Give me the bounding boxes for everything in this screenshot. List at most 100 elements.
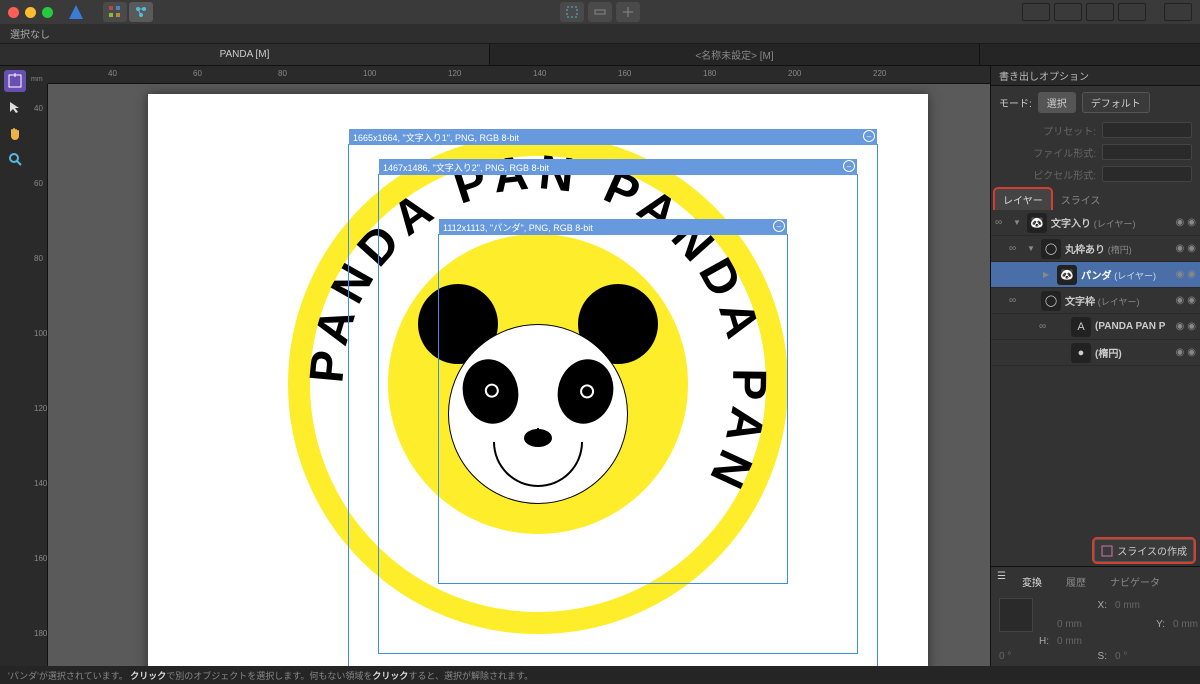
slice-close-icon[interactable]: –	[863, 130, 875, 142]
visibility-icon[interactable]: ◉	[1176, 321, 1185, 332]
ruler-horizontal: 406080100120140160180200220	[48, 66, 990, 84]
doc-tab-untitled[interactable]: <名称未設定> [M]	[490, 44, 980, 65]
layer-name: 丸枠あり (楕円)	[1065, 241, 1172, 256]
w-value[interactable]: 0 mm	[1057, 619, 1107, 630]
h-value[interactable]: 0 mm	[1057, 636, 1107, 647]
layer-row[interactable]: ●(楕円) ◉◉	[991, 340, 1200, 366]
slice-tool-icon[interactable]	[4, 70, 26, 92]
mode-label: モード:	[999, 95, 1032, 110]
mode-select-button[interactable]: 選択	[1038, 92, 1076, 113]
pixelformat-label: ピクセル形式:	[1033, 167, 1096, 182]
tab-navigator[interactable]: ナビゲータ	[1102, 571, 1168, 592]
layer-thumb: 🐼	[1027, 213, 1047, 233]
layer-row[interactable]: ∞ ◯ 文字枠 (レイヤー) ◉◉	[991, 288, 1200, 314]
close-window-icon[interactable]	[8, 7, 19, 18]
visibility-icon[interactable]: ◉	[1176, 347, 1185, 358]
s-label: S:	[1057, 651, 1107, 662]
share-icon[interactable]: ∞	[1009, 243, 1023, 254]
share-icon[interactable]: ∞	[1009, 295, 1023, 306]
arrange-button-1[interactable]	[1022, 3, 1050, 21]
fileformat-label: ファイル形式:	[1033, 145, 1096, 160]
doc-tab-panda[interactable]: PANDA [M]	[0, 44, 490, 65]
visibility-icon[interactable]: ◉	[1176, 217, 1185, 228]
h-label: H:	[999, 636, 1049, 647]
menu-button[interactable]	[1164, 3, 1192, 21]
slice-close-icon[interactable]: –	[773, 220, 785, 232]
x-value[interactable]: 0 mm	[1115, 600, 1165, 611]
layer-thumb: 🐼	[1057, 265, 1077, 285]
disclosure-icon[interactable]: ▼	[1027, 244, 1037, 253]
anchor-widget[interactable]	[999, 598, 1033, 632]
tool-strip	[0, 66, 30, 666]
ruler-vertical: 406080100120140160180	[30, 84, 48, 666]
page: PANDA PAN PANDA PAN	[148, 94, 928, 666]
grid-button[interactable]	[616, 2, 640, 22]
titlebar	[0, 0, 1200, 24]
lock-icon[interactable]: ◉	[1187, 269, 1196, 280]
snap-button[interactable]	[560, 2, 584, 22]
lock-icon[interactable]: ◉	[1187, 217, 1196, 228]
layer-row[interactable]: ∞▼🐼文字入り (レイヤー)◉◉	[991, 210, 1200, 236]
tab-transform[interactable]: 変換	[1014, 571, 1050, 592]
persona-export-button[interactable]	[129, 2, 153, 22]
share-icon[interactable]: ∞	[995, 217, 1009, 228]
layer-thumb: ◯	[1041, 239, 1061, 259]
disclosure-icon[interactable]: ▶	[1043, 270, 1053, 279]
preset-label: プリセット:	[1043, 123, 1096, 138]
disclosure-icon[interactable]: ▼	[1013, 218, 1023, 227]
window-controls	[8, 7, 53, 18]
layer-name: 文字枠 (レイヤー)	[1065, 293, 1172, 308]
r-label: R:	[1173, 636, 1200, 647]
export-options-header: 書き出しオプション	[991, 66, 1200, 86]
layer-thumb: ◯	[1041, 291, 1061, 311]
lock-icon[interactable]: ◉	[1187, 295, 1196, 306]
transform-panel: X: 0 mm W: 0 mm Y: 0 mm H: 0 mm R: 0 ° S: 0 °	[991, 594, 1200, 666]
s-value[interactable]: 0 °	[1115, 651, 1165, 662]
preset-dropdown[interactable]	[1102, 122, 1192, 138]
pixelformat-dropdown[interactable]	[1102, 166, 1192, 182]
lock-icon[interactable]: ◉	[1187, 243, 1196, 254]
document-tabs: PANDA [M] <名称未設定> [M]	[0, 44, 1200, 66]
tab-layers[interactable]: レイヤー	[995, 189, 1051, 210]
arrange-button-4[interactable]	[1118, 3, 1146, 21]
layer-name: パンダ (レイヤー)	[1081, 267, 1172, 282]
visibility-icon[interactable]: ◉	[1176, 269, 1185, 280]
right-panel: 書き出しオプション モード: 選択 デフォルト プリセット: ファイル形式: ピ…	[990, 66, 1200, 666]
zoom-window-icon[interactable]	[42, 7, 53, 18]
layer-name: (楕円)	[1095, 345, 1172, 360]
layer-row[interactable]: ▶ 🐼 パンダ (レイヤー) ◉◉	[991, 262, 1200, 288]
selection-status: 選択なし	[10, 26, 50, 41]
share-icon[interactable]: ∞	[1039, 321, 1053, 332]
slice-box[interactable]: 1112x1113, "パンダ", PNG, RGB 8-bit–	[438, 234, 788, 584]
minimize-window-icon[interactable]	[25, 7, 36, 18]
lock-icon[interactable]: ◉	[1187, 347, 1196, 358]
visibility-icon[interactable]: ◉	[1176, 295, 1185, 306]
persona-vector-button[interactable]	[103, 2, 127, 22]
tab-slices[interactable]: スライス	[1053, 189, 1109, 210]
layer-name: (PANDA PAN P	[1095, 321, 1172, 332]
move-tool-icon[interactable]	[4, 96, 26, 118]
ruler-unit: mm	[30, 66, 48, 84]
layer-row[interactable]: ∞ ▼ ◯ 丸枠あり (楕円) ◉◉	[991, 236, 1200, 262]
layers-stack-icon[interactable]: ☰	[997, 571, 1006, 592]
align-button[interactable]	[588, 2, 612, 22]
mode-default-button[interactable]: デフォルト	[1082, 92, 1150, 113]
slice-close-icon[interactable]: –	[843, 160, 855, 172]
w-label: W:	[1173, 600, 1200, 611]
canvas-area[interactable]: mm 406080100120140160180200220 406080100…	[30, 66, 990, 666]
y-label: Y:	[1115, 619, 1165, 630]
visibility-icon[interactable]: ◉	[1176, 243, 1185, 254]
fileformat-dropdown[interactable]	[1102, 144, 1192, 160]
x-label: X:	[1057, 600, 1107, 611]
arrange-button-2[interactable]	[1054, 3, 1082, 21]
create-slice-button[interactable]: スライスの作成	[1094, 539, 1194, 562]
zoom-tool-icon[interactable]	[4, 148, 26, 170]
lock-icon[interactable]: ◉	[1187, 321, 1196, 332]
layer-row[interactable]: ∞A(PANDA PAN P ◉◉	[991, 314, 1200, 340]
tab-history[interactable]: 履歴	[1058, 571, 1094, 592]
r-value[interactable]: 0 °	[999, 651, 1049, 662]
arrange-button-3[interactable]	[1086, 3, 1114, 21]
slice-icon	[1101, 545, 1113, 557]
hand-tool-icon[interactable]	[4, 122, 26, 144]
y-value[interactable]: 0 mm	[1173, 619, 1200, 630]
